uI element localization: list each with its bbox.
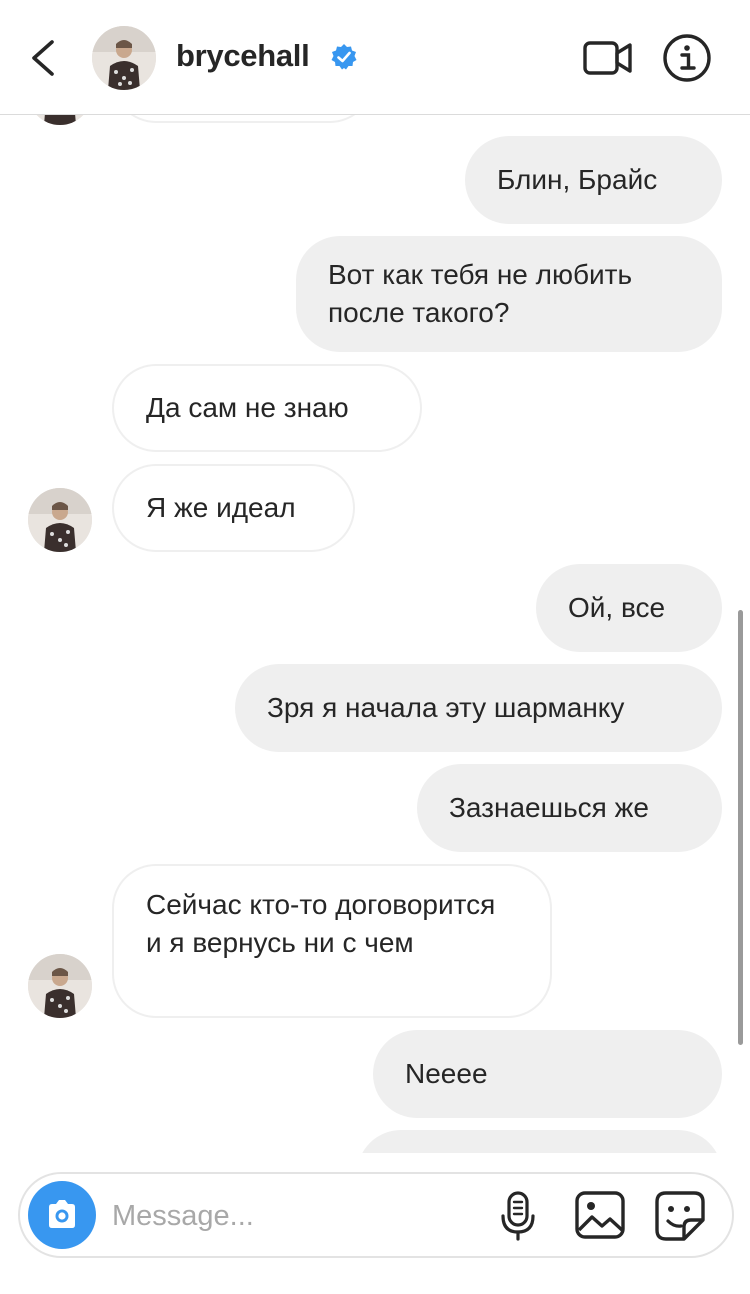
chat-header: brycehall	[0, 0, 750, 115]
verified-badge-icon	[331, 44, 357, 70]
message-bubble-incoming[interactable]: Сейчас кто-то договорится и я вернусь ни…	[112, 864, 552, 1018]
message-text: Да сам не знаю	[146, 392, 349, 423]
info-icon[interactable]	[662, 33, 712, 83]
message-bubble-outgoing[interactable]: Ой, все	[536, 564, 722, 652]
avatar[interactable]	[28, 488, 92, 552]
video-call-icon[interactable]	[582, 36, 634, 80]
message-bubble-outgoing[interactable]: Зазнаешься же	[417, 764, 722, 852]
message-bubble-outgoing[interactable]: Neeee	[373, 1030, 722, 1118]
camera-icon	[49, 1200, 75, 1228]
back-chevron-icon[interactable]	[24, 36, 64, 80]
message-thread[interactable]: Блин, Брайс Вот как тебя не любить после…	[0, 115, 750, 1153]
message-bubble-incoming[interactable]: Да сам не знаю	[112, 364, 422, 452]
message-text: Сейчас кто-то договорится и я вернусь ни…	[146, 889, 496, 958]
gallery-icon[interactable]	[574, 1190, 626, 1240]
message-bubble-incoming[interactable]: Я же идеал	[112, 464, 355, 552]
sticker-icon[interactable]	[654, 1190, 706, 1242]
avatar	[28, 115, 92, 125]
microphone-icon[interactable]	[498, 1190, 538, 1242]
avatar-photo	[92, 26, 156, 90]
message-bubble-incoming	[112, 115, 374, 123]
message-text: Вот как тебя не любить после такого?	[328, 259, 633, 328]
message-bubble-outgoing[interactable]	[357, 1130, 722, 1153]
chat-username[interactable]: brycehall	[176, 36, 310, 76]
message-input[interactable]	[110, 1192, 494, 1240]
scrollbar[interactable]	[738, 610, 743, 1045]
message-text: Neeee	[405, 1058, 488, 1089]
message-text: Я же идеал	[146, 492, 296, 523]
message-text: Зря я начала эту шарманку	[267, 692, 625, 723]
message-bubble-outgoing[interactable]: Зря я начала эту шарманку	[235, 664, 722, 752]
message-text: Блин, Брайс	[497, 164, 658, 195]
message-bubble-outgoing[interactable]: Блин, Брайс	[465, 136, 722, 224]
message-bubble-outgoing[interactable]: Вот как тебя не любить после такого?	[296, 236, 722, 352]
avatar[interactable]	[28, 954, 92, 1018]
avatar[interactable]	[92, 26, 156, 90]
message-text: Ой, все	[568, 592, 666, 623]
message-text: Зазнаешься же	[449, 792, 649, 823]
camera-button[interactable]	[28, 1181, 96, 1249]
message-composer	[18, 1172, 734, 1258]
